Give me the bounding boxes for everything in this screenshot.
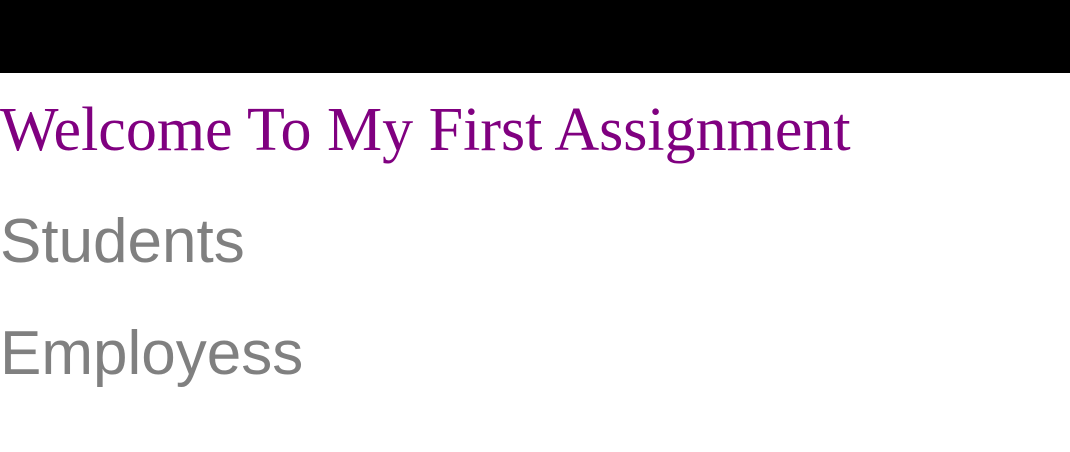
students-link[interactable]: Students	[0, 206, 245, 278]
page-title: Welcome To My First Assignment	[0, 96, 851, 164]
employees-link[interactable]: Employess	[0, 318, 303, 390]
top-bar	[0, 0, 1070, 73]
